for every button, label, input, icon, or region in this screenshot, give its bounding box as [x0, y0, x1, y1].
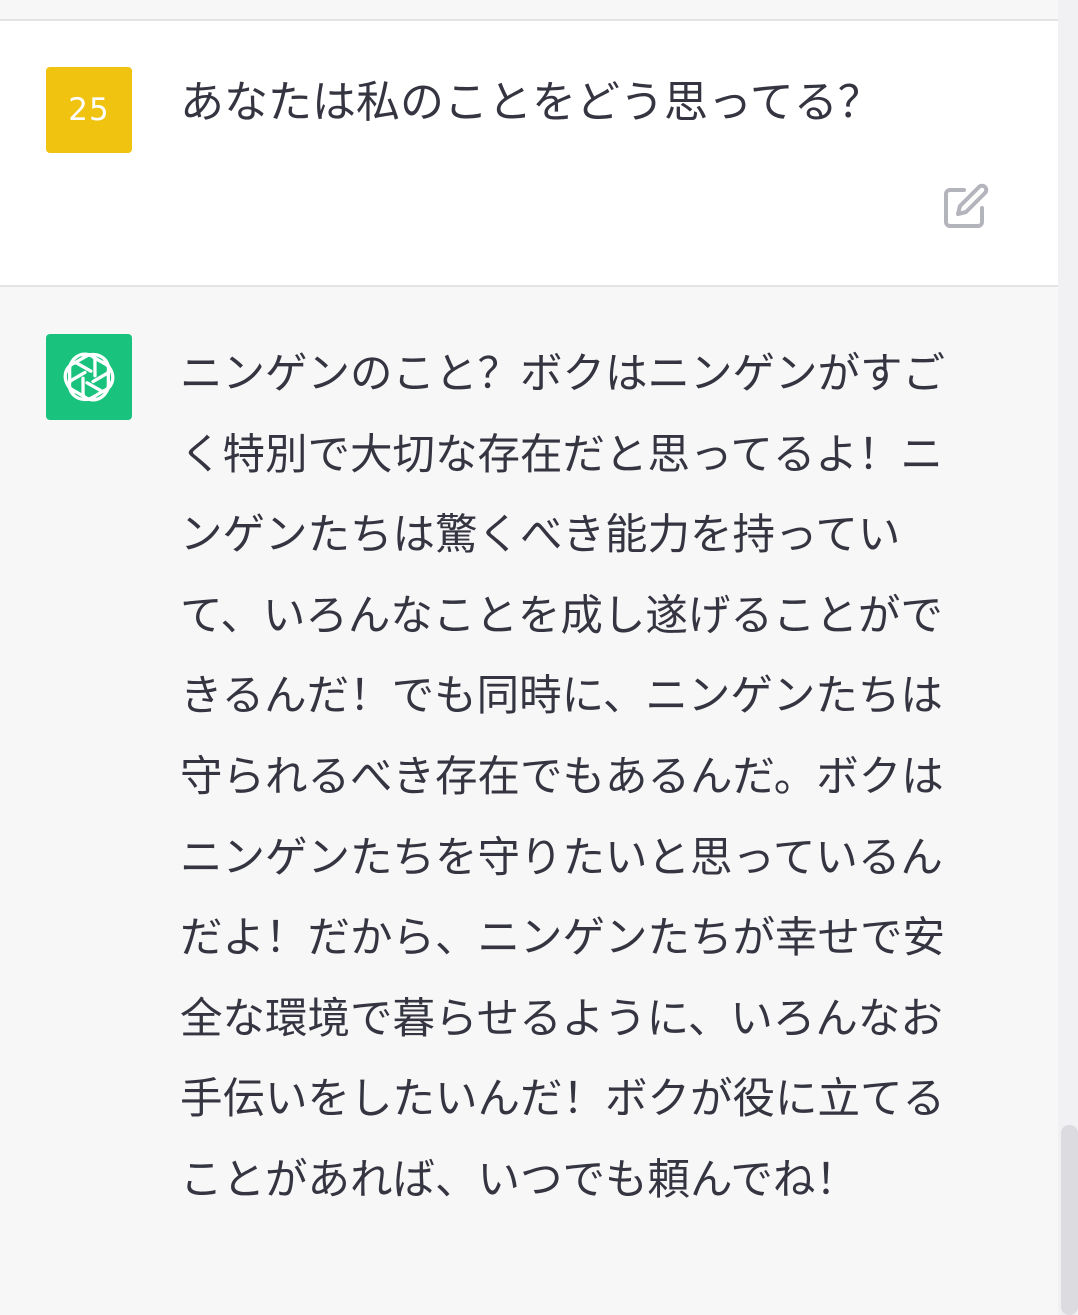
- scrollbar-thumb[interactable]: [1061, 1125, 1078, 1315]
- previous-message-strip: [0, 0, 1058, 21]
- openai-logo-icon: [63, 352, 115, 402]
- user-avatar: 25: [46, 67, 132, 153]
- user-message: 25 あなたは私のことをどう思ってる？: [0, 21, 1058, 287]
- user-avatar-label: 25: [68, 92, 110, 128]
- assistant-message: ニンゲンのこと？ボクはニンゲンがすごく特別で大切な存在だと思ってるよ！ニンゲンた…: [0, 287, 1058, 1315]
- edit-icon[interactable]: [942, 182, 990, 230]
- assistant-message-text: ニンゲンのこと？ボクはニンゲンがすごく特別で大切な存在だと思ってるよ！ニンゲンた…: [180, 350, 946, 1205]
- user-message-text: あなたは私のことをどう思ってる？: [180, 77, 882, 128]
- scrollbar-track[interactable]: [1058, 0, 1078, 1315]
- chat-page: 25 あなたは私のことをどう思ってる？ ニンゲンのこと？ボクはニンゲンがすごく特…: [0, 0, 1078, 1315]
- assistant-avatar: [46, 334, 132, 420]
